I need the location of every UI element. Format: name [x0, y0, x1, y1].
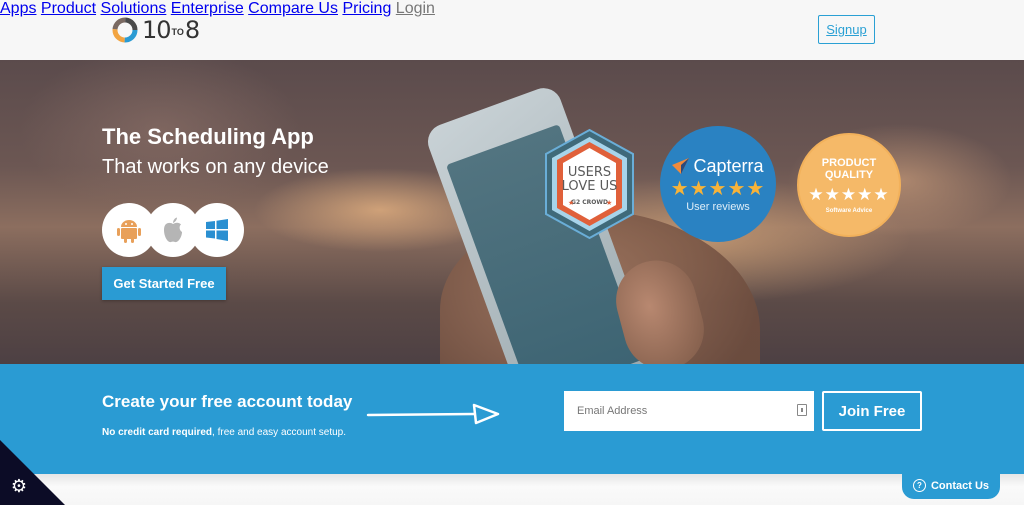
hero-banner: The Scheduling App That works on any dev…	[0, 60, 1024, 364]
software-advice-badge[interactable]: PRODUCT QUALITY ★★★★★ Software Advice	[797, 133, 901, 237]
sa-stars: ★★★★★	[808, 184, 890, 204]
email-input[interactable]	[564, 391, 814, 431]
sa-title-line2: QUALITY	[824, 168, 874, 181]
contact-us-button[interactable]: ? Contact Us	[902, 472, 1000, 499]
capterra-logo-icon	[672, 158, 690, 174]
g2-star-right-icon: ★	[606, 199, 612, 207]
platform-windows[interactable]	[190, 203, 244, 257]
logo-ring-icon	[112, 17, 138, 43]
nav-compare-us[interactable]: Compare Us	[248, 0, 338, 17]
logo-text-mid: TO	[171, 26, 184, 37]
g2-line2: LOVE US	[562, 179, 618, 194]
hero-title: The Scheduling App	[102, 124, 314, 149]
sa-title-line1: PRODUCT	[821, 156, 877, 169]
footer-strip	[0, 474, 1024, 505]
logo-text-left: 10	[142, 16, 172, 44]
logo-text-right: 8	[184, 16, 200, 44]
site-header: 10 TO 8 Apps Product Solutions Enterpris…	[0, 0, 1024, 60]
nav-pricing[interactable]: Pricing	[342, 0, 391, 17]
join-free-button[interactable]: Join Free	[822, 391, 922, 431]
logo-text: 10 TO 8	[142, 16, 200, 44]
logo[interactable]: 10 TO 8	[112, 15, 200, 45]
sa-sub: Software Advice	[825, 207, 873, 214]
g2-crowd-badge[interactable]: USERS LOVE US G2 CROWD ★ ★	[543, 128, 636, 240]
hero-subtitle: That works on any device	[102, 156, 329, 178]
help-icon: ?	[912, 479, 926, 492]
g2-line1: USERS	[568, 165, 611, 180]
gear-icon[interactable]: ⚙	[9, 476, 29, 496]
nav-product[interactable]: Product	[41, 0, 96, 17]
g2-brand: G2 CROWD	[571, 199, 608, 206]
g2-star-left-icon: ★	[568, 199, 574, 207]
capterra-stars: ★★★★★	[670, 177, 766, 200]
capterra-sub: User reviews	[686, 200, 750, 213]
capterra-badge[interactable]: Capterra ★★★★★ User reviews	[660, 126, 776, 242]
signup-title: Create your free account today	[102, 392, 353, 411]
signup-note: No credit card required, free and easy a…	[102, 427, 346, 438]
signup-note-rest: , free and easy account setup.	[212, 427, 347, 438]
apple-icon	[164, 217, 182, 243]
arrow-right-icon	[366, 403, 500, 425]
capterra-name: Capterra	[672, 155, 764, 177]
nav-apps[interactable]: Apps	[0, 0, 36, 17]
signup-button[interactable]: Signup	[818, 15, 875, 44]
login-link[interactable]: Login	[396, 0, 435, 17]
signup-band: Create your free account today No credit…	[0, 364, 1024, 474]
windows-icon	[206, 219, 228, 241]
get-started-free-button[interactable]: Get Started Free	[102, 267, 226, 300]
capterra-label: Capterra	[693, 155, 764, 176]
android-icon	[117, 220, 141, 243]
contact-us-label: Contact Us	[930, 479, 990, 492]
sa-title: PRODUCT QUALITY	[822, 157, 876, 181]
signup-note-bold: No credit card required	[102, 427, 213, 438]
contact-card-icon	[797, 404, 807, 416]
